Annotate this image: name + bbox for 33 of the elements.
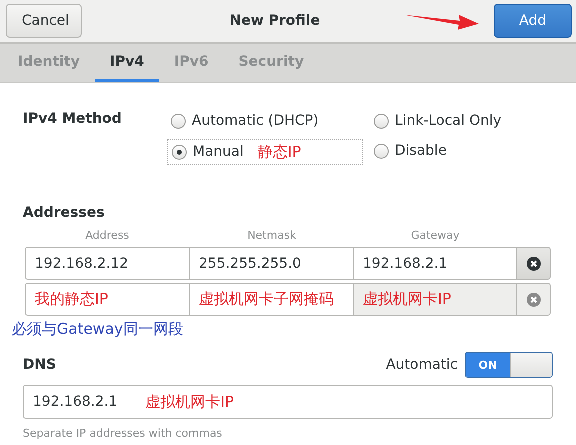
section-label: DNS	[23, 357, 58, 373]
window-title: New Profile	[230, 13, 320, 29]
column-header: Gateway	[410, 229, 461, 244]
cancel-button[interactable]: Cancel	[6, 4, 82, 38]
radio-label: Manual	[193, 144, 244, 160]
section-label: IPv4 Method	[23, 110, 123, 129]
close-icon	[526, 292, 540, 306]
column-header: Netmask	[246, 229, 298, 244]
close-icon	[526, 256, 540, 270]
automatic-switch[interactable]: ON	[465, 352, 553, 378]
annotation-note: 虚拟机网卡子网掩码	[190, 283, 354, 316]
radio-label: Automatic (DHCP)	[192, 113, 319, 129]
dns-field[interactable]: 192.168.2.1 虚拟机网卡IP	[23, 385, 553, 419]
address-field[interactable]: 192.168.2.12	[25, 247, 190, 280]
radio-button[interactable]	[171, 114, 186, 128]
radio-label: Link-Local Only	[395, 113, 502, 129]
radio-button[interactable]	[172, 144, 187, 160]
hint-text: Separate IP addresses with commas	[23, 427, 224, 440]
add-button[interactable]: Add	[494, 4, 572, 38]
section-label: Addresses	[23, 205, 106, 221]
radio-label: Disable	[395, 143, 447, 159]
annotation-note: 静态IP	[258, 142, 302, 162]
annotation-note: 我的静态IP	[25, 283, 190, 316]
radio-button[interactable]	[374, 114, 389, 128]
address-field[interactable]: 255.255.255.0	[190, 247, 354, 280]
annotation-note: 必须与Gateway同一网段	[12, 320, 184, 340]
radio-button[interactable]	[374, 144, 389, 158]
annotation-note: 虚拟机网卡IP	[354, 283, 517, 316]
column-header: Address	[84, 229, 130, 244]
automatic-label: Automatic	[386, 357, 458, 373]
tab[interactable]: IPv4	[95, 44, 160, 82]
address-field[interactable]: 192.168.2.1	[354, 247, 517, 280]
delete-button[interactable]	[517, 247, 551, 280]
